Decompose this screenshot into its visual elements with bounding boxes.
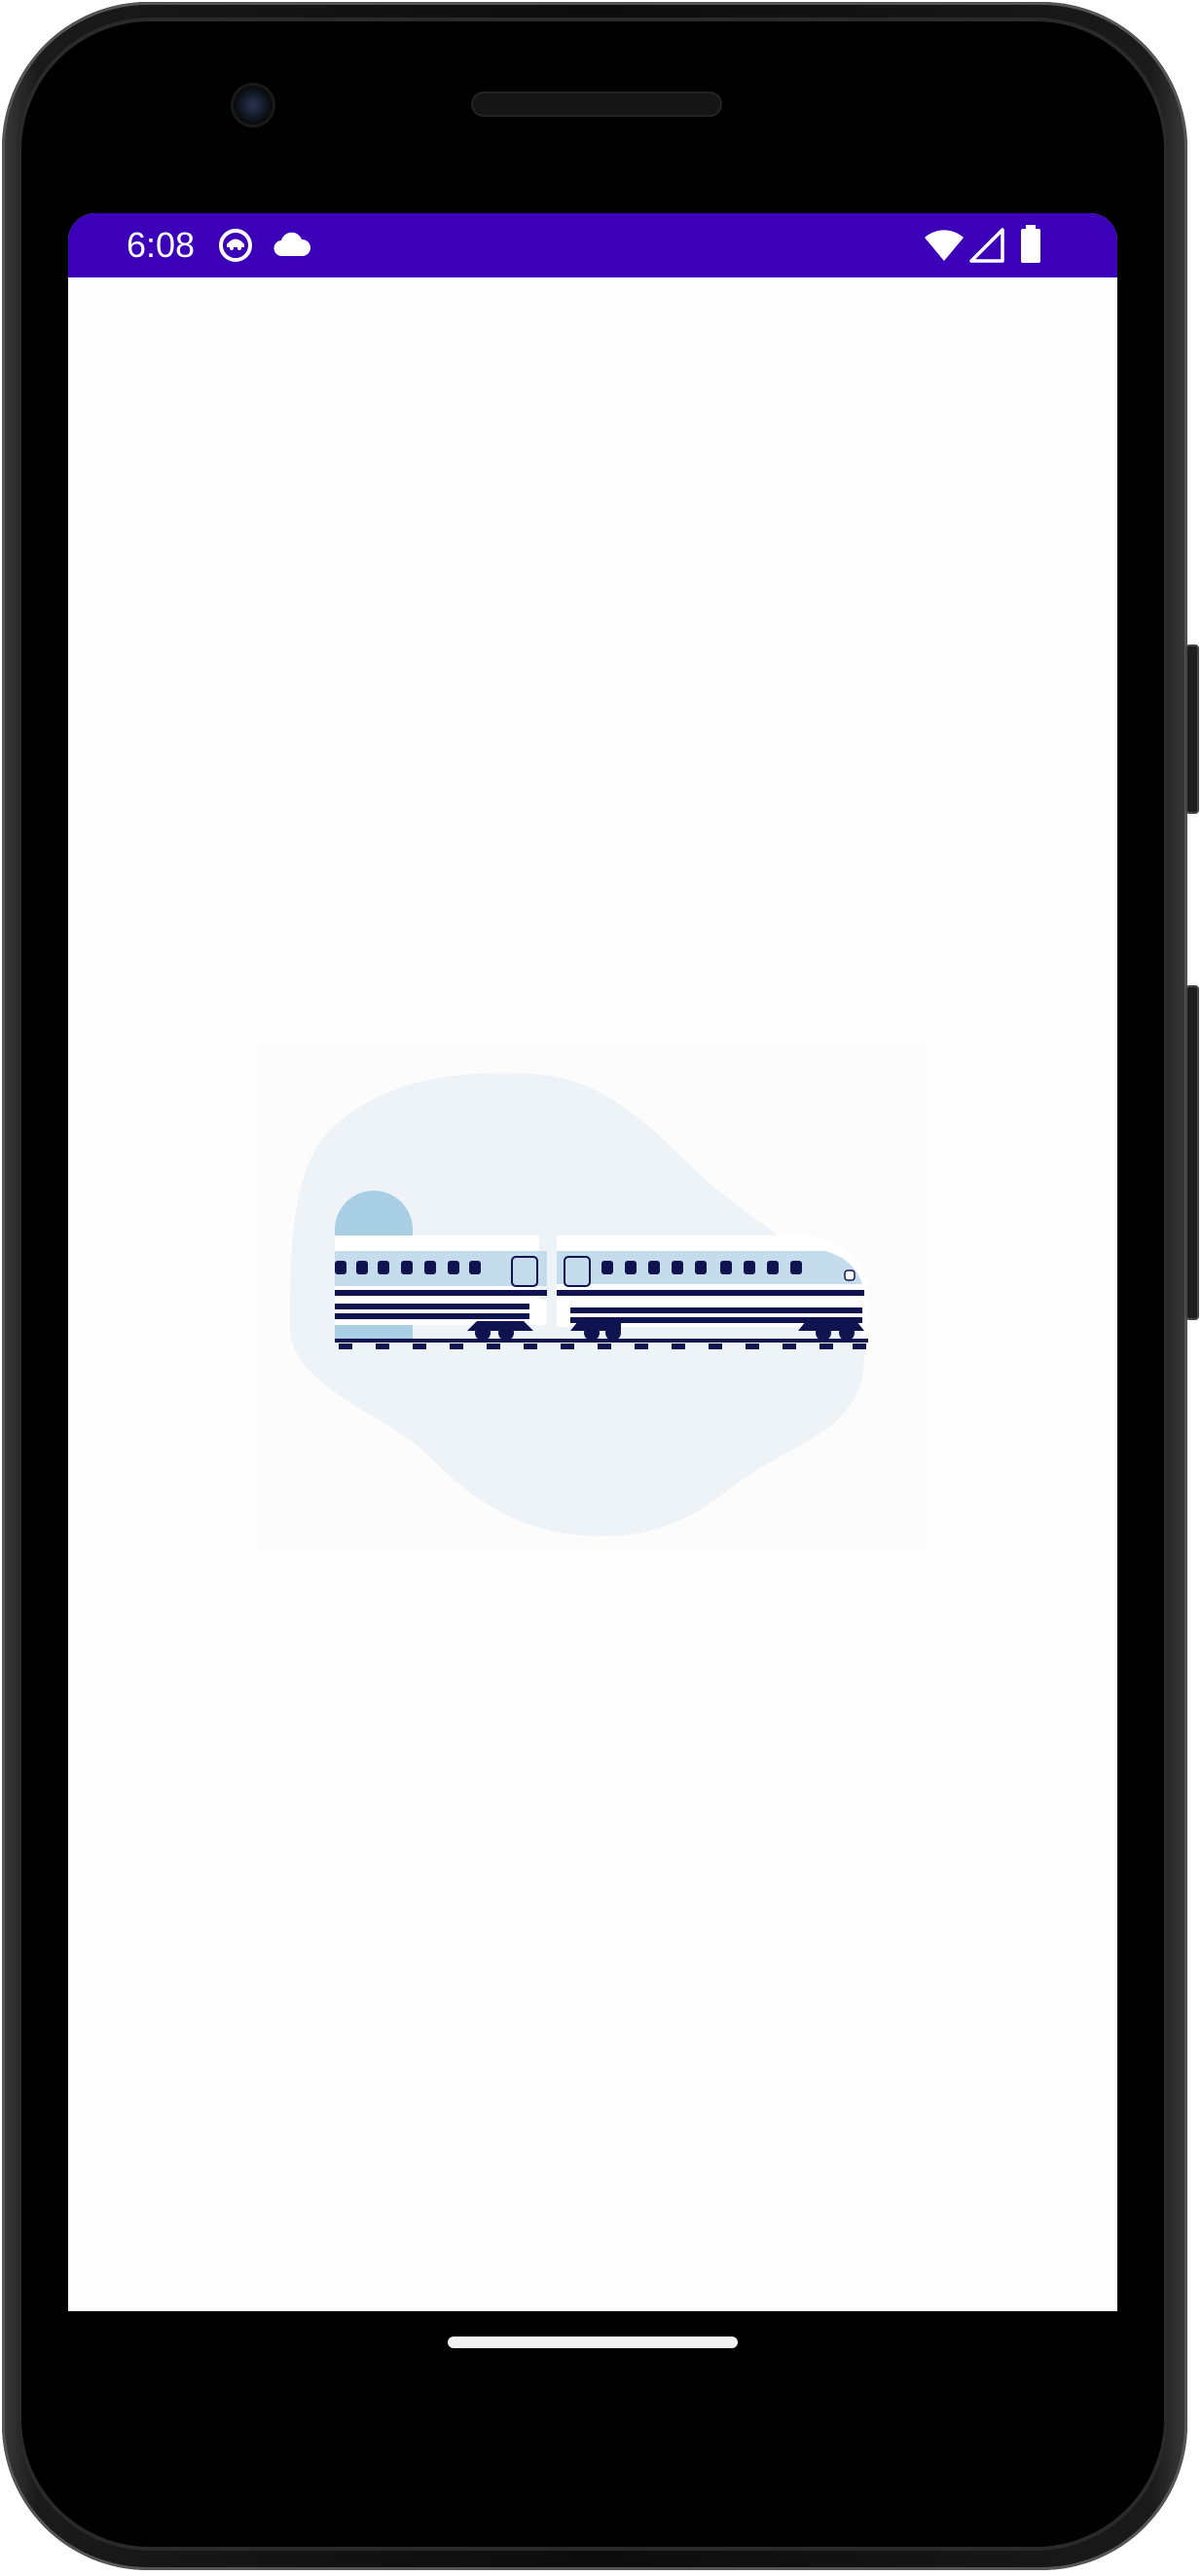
cloud-icon	[273, 232, 311, 257]
battery-icon	[1021, 225, 1040, 263]
bullet-train-illustration	[261, 1045, 925, 1551]
train-rear-car	[335, 1235, 547, 1341]
train-lead-car	[557, 1235, 866, 1341]
front-camera	[234, 86, 273, 125]
home-gesture-bar[interactable]	[448, 2337, 738, 2348]
volume-button[interactable]	[1185, 985, 1199, 1320]
status-time: 6:08	[127, 225, 196, 265]
railway-track	[335, 1339, 868, 1349]
earpiece-speaker	[471, 92, 722, 117]
device-frame: 6:08	[0, 0, 1202, 2576]
face-notification-icon	[219, 229, 252, 262]
power-button[interactable]	[1185, 644, 1199, 814]
splash-screen	[68, 277, 1117, 2311]
wifi-icon	[925, 230, 964, 261]
screen: 6:08	[68, 213, 1117, 2311]
cellular-signal-icon	[969, 228, 1004, 263]
status-bar: 6:08	[68, 213, 1117, 277]
